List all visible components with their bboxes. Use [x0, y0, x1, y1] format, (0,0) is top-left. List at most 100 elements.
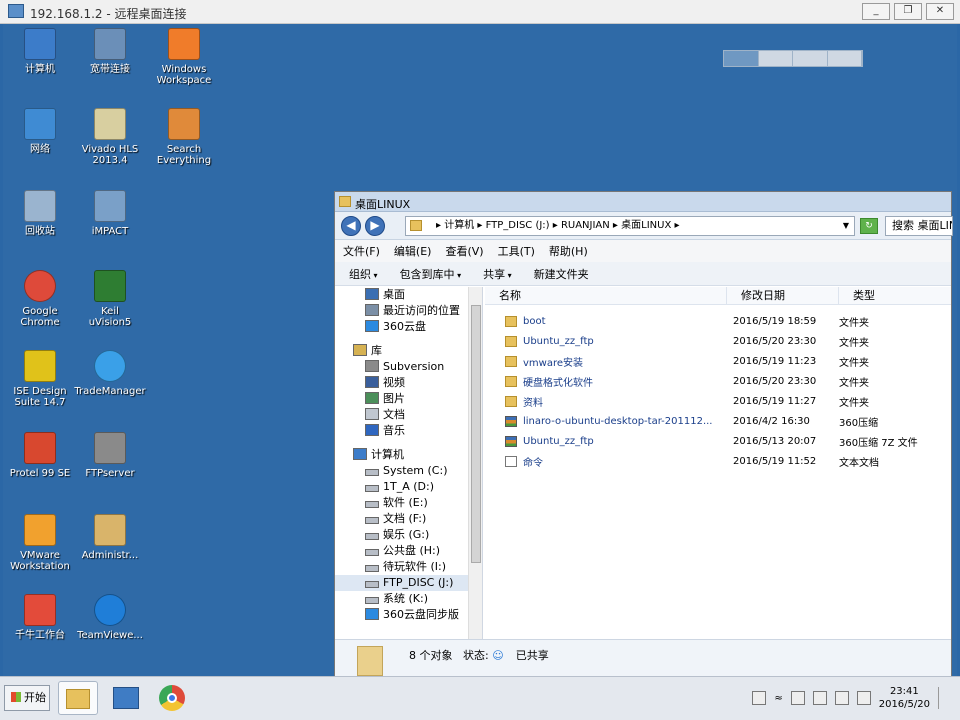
nav-scrollbar[interactable] [468, 287, 482, 639]
share-button[interactable]: 共享 [483, 266, 512, 282]
search-input[interactable]: 搜索 桌面LINUX [885, 216, 953, 236]
nav-item[interactable]: 文档 [335, 407, 482, 423]
desktop-shortcut[interactable]: 千牛工作台 [2, 594, 78, 641]
file-row[interactable]: Ubuntu_zz_ftp 2016/5/13 20:07 360压缩 7Z 文件 [485, 431, 951, 451]
organize-button[interactable]: 组织 [349, 266, 378, 282]
nav-item[interactable]: 计算机 [335, 447, 482, 463]
desktop-icon [365, 288, 379, 300]
nav-item[interactable]: 文档 (F:) [335, 511, 482, 527]
nav-item-label: 文档 [383, 408, 405, 421]
breadcrumb[interactable]: ▸ 计算机 ▸ FTP_DISC (J:) ▸ RUANJIAN ▸ 桌面LIN… [436, 220, 680, 231]
network-status-icon[interactable] [856, 691, 871, 705]
nav-item[interactable]: 视频 [335, 375, 482, 391]
minimize-button[interactable]: _ [862, 3, 890, 20]
rdp-title-bar: 192.168.1.2 - 远程桌面连接 _ ❐ ✕ [0, 0, 960, 24]
desktop-shortcut-label: Windows Workspace [156, 64, 212, 86]
address-dropdown-icon[interactable]: ▼ [837, 216, 855, 236]
desktop-shortcut[interactable]: ISE Design Suite 14.7 [2, 350, 78, 408]
forward-button[interactable]: ▶ [365, 216, 385, 236]
nav-item[interactable]: FTP_DISC (J:) [335, 575, 482, 591]
file-row[interactable]: vmware安装 2016/5/19 11:23 文件夹 [485, 351, 951, 371]
column-type[interactable]: 类型 [839, 287, 951, 304]
nav-item[interactable]: Subversion [335, 359, 482, 375]
taskbar-explorer-icon[interactable] [58, 681, 98, 715]
restore-button[interactable]: ❐ [894, 3, 922, 20]
nav-item[interactable]: 音乐 [335, 423, 482, 439]
nav-item[interactable]: System (C:) [335, 463, 482, 479]
nav-item[interactable]: 库 [335, 343, 482, 359]
nav-item[interactable]: 最近访问的位置 [335, 303, 482, 319]
nav-item[interactable]: 图片 [335, 391, 482, 407]
nav-item-label: 计算机 [371, 448, 404, 461]
desktop-shortcut-label: Google Chrome [20, 306, 60, 328]
new-folder-button[interactable]: 新建文件夹 [534, 266, 589, 282]
file-row[interactable]: 资料 2016/5/19 11:27 文件夹 [485, 391, 951, 411]
volume-icon[interactable] [834, 691, 849, 705]
refresh-icon[interactable]: ↻ [860, 218, 878, 234]
show-desktop-button[interactable] [938, 687, 952, 709]
nav-item[interactable]: 待玩软件 (I:) [335, 559, 482, 575]
documents-icon [365, 408, 379, 420]
taskbar-chrome-icon[interactable] [152, 681, 192, 715]
desktop-shortcut[interactable]: Google Chrome [2, 270, 78, 328]
nav-item[interactable]: 360云盘同步版 [335, 607, 482, 623]
close-button[interactable]: ✕ [926, 3, 954, 20]
desktop-shortcut[interactable]: Protel 99 SE [2, 432, 78, 479]
desktop-shortcut[interactable]: 宽带连接 [72, 28, 148, 75]
desktop-shortcut[interactable]: Vivado HLS 2013.4 [72, 108, 148, 166]
file-row[interactable]: 硬盘格式化软件 2016/5/20 23:30 文件夹 [485, 371, 951, 391]
file-row[interactable]: boot 2016/5/19 18:59 文件夹 [485, 311, 951, 331]
taskbar-network-manager-icon[interactable] [106, 681, 146, 715]
file-row[interactable]: Ubuntu_zz_ftp 2016/5/20 23:30 文件夹 [485, 331, 951, 351]
clock[interactable]: 23:41 2016/5/20 [879, 685, 930, 711]
include-in-library-button[interactable]: 包含到库中 [400, 266, 462, 282]
nav-item[interactable]: 娱乐 (G:) [335, 527, 482, 543]
nav-item[interactable]: 公共盘 (H:) [335, 543, 482, 559]
desktop-shortcut[interactable]: VMware Workstation [2, 514, 78, 572]
vmware-icon [24, 514, 56, 546]
desktop-shortcut[interactable]: FTPserver [72, 432, 148, 479]
file-row[interactable]: linaro-o-ubuntu-desktop-tar-201112... 201… [485, 411, 951, 431]
start-button[interactable]: 开始 [4, 685, 50, 711]
menu-tools[interactable]: 工具(T) [498, 243, 535, 259]
desktop-shortcut[interactable]: Search Everything [146, 108, 222, 166]
desktop-shortcut[interactable]: TeamViewe... [72, 594, 148, 641]
menu-view[interactable]: 查看(V) [445, 243, 483, 259]
file-row[interactable]: 命令 2016/5/19 11:52 文本文档 [485, 451, 951, 471]
desktop-widget-bar[interactable] [723, 50, 863, 67]
menu-edit[interactable]: 编辑(E) [394, 243, 432, 259]
desktop-shortcut-label: TradeManager [74, 386, 146, 397]
address-bar[interactable]: ▸ 计算机 ▸ FTP_DISC (J:) ▸ RUANJIAN ▸ 桌面LIN… [405, 216, 855, 236]
desktop-shortcut[interactable]: 回收站 [2, 190, 78, 237]
column-name[interactable]: 名称 [485, 287, 727, 304]
desktop-shortcut[interactable]: Windows Workspace [146, 28, 222, 86]
desktop-shortcut[interactable]: 计算机 [2, 28, 78, 75]
recent-places-icon [365, 304, 379, 316]
menu-help[interactable]: 帮助(H) [549, 243, 588, 259]
show-hidden-icons-icon[interactable]: ≈ [774, 693, 782, 704]
column-date[interactable]: 修改日期 [727, 287, 839, 304]
desktop-shortcut-label: Administr... [81, 550, 139, 561]
desktop-shortcut[interactable]: 网络 [2, 108, 78, 155]
object-count: 8 个对象 [409, 649, 453, 662]
desktop-shortcut[interactable]: iMPACT [72, 190, 148, 237]
windows-workspace-icon [168, 28, 200, 60]
desktop-shortcut[interactable]: Administr... [72, 514, 148, 561]
tray-app-icon[interactable] [790, 691, 805, 705]
menu-file[interactable]: 文件(F) [343, 243, 380, 259]
nav-item[interactable]: 360云盘 [335, 319, 482, 335]
recycle-bin-icon [24, 190, 56, 222]
nav-item[interactable]: 系统 (K:) [335, 591, 482, 607]
keyboard-icon[interactable] [752, 691, 767, 705]
nav-item[interactable]: 软件 (E:) [335, 495, 482, 511]
desktop-shortcut[interactable]: TradeManager [72, 350, 148, 397]
nav-item[interactable]: 1T_A (D:) [335, 479, 482, 495]
teamviewer-icon [94, 594, 126, 626]
nav-item[interactable]: 桌面 [335, 287, 482, 303]
status-label: 状态: [463, 649, 489, 662]
archive-icon [505, 435, 517, 447]
tray-app-icon[interactable] [812, 691, 827, 705]
desktop-shortcut[interactable]: Keil uVision5 [72, 270, 148, 328]
back-button[interactable]: ◀ [341, 216, 361, 236]
